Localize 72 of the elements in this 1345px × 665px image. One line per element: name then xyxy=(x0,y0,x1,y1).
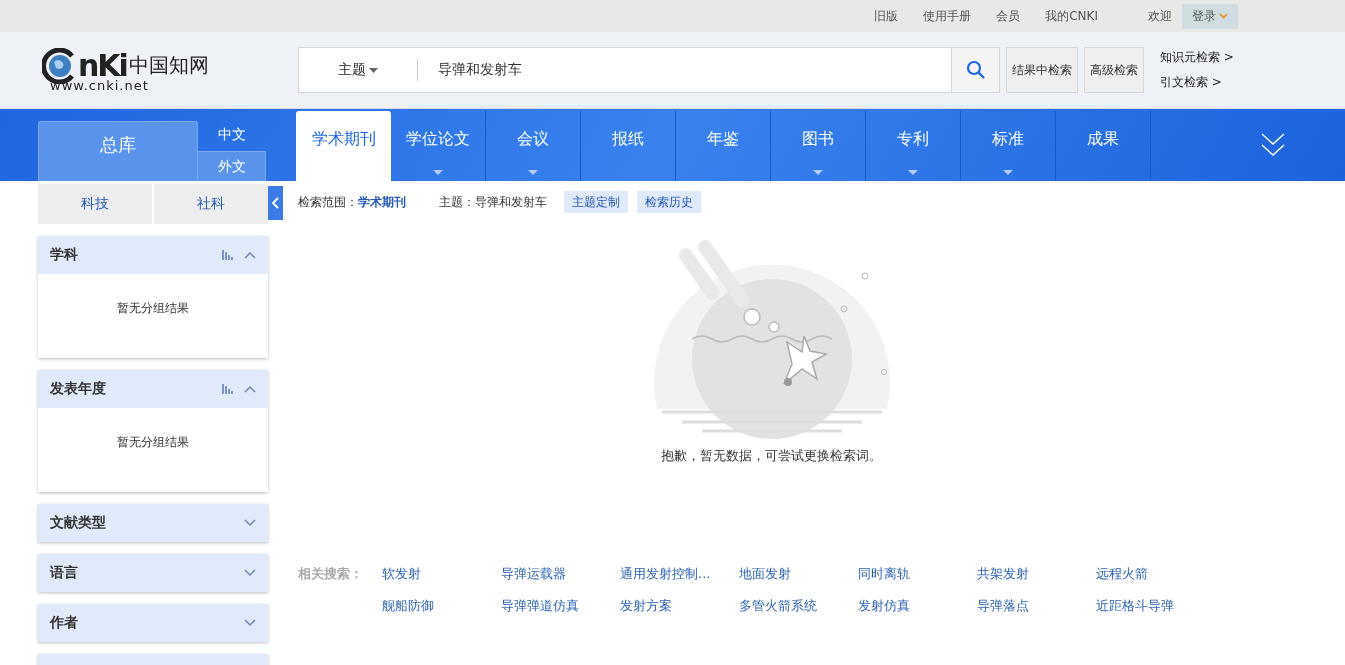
nav-tab[interactable]: 学术期刊 xyxy=(296,111,391,181)
chevron-left-icon xyxy=(272,197,279,209)
related-link[interactable]: 同时离轨 xyxy=(858,565,977,583)
nav-tab[interactable]: 学位论文 xyxy=(391,111,486,181)
empty-message: 抱歉，暂无数据，可尝试更换检索词。 xyxy=(661,447,882,465)
caret-icon xyxy=(1219,13,1228,19)
related-link[interactable]: 近距格斗导弹 xyxy=(1096,597,1215,615)
bar-chart-icon[interactable] xyxy=(222,250,234,260)
search-option-button[interactable]: 结果中检索 xyxy=(1006,47,1078,93)
scope-value: 学术期刊 xyxy=(358,193,406,211)
empty-result-text: 暂无分组结果 xyxy=(117,300,189,317)
chevron-up-icon[interactable] xyxy=(244,251,256,259)
facet-title: 语言 xyxy=(50,564,79,582)
chevron-down-icon[interactable] xyxy=(244,519,256,527)
search-link[interactable]: 引文检索 > xyxy=(1160,74,1234,91)
top-link[interactable]: 使用手册 xyxy=(923,7,972,25)
related-link[interactable]: 导弹运载器 xyxy=(501,565,620,583)
nav-tab[interactable]: 年鉴 xyxy=(676,111,771,181)
collapse-handle[interactable] xyxy=(268,186,283,220)
nav-tab[interactable]: 成果 xyxy=(1056,111,1151,181)
related-link[interactable]: 软发射 xyxy=(382,565,501,583)
related-link[interactable]: 发射方案 xyxy=(620,597,739,615)
login-button[interactable]: 登录 xyxy=(1182,3,1238,29)
facet-header[interactable]: 作者 xyxy=(38,604,268,642)
related-link[interactable]: 发射仿真 xyxy=(858,597,977,615)
chevron-up-icon[interactable] xyxy=(244,385,256,393)
topic-text: 主题：导弹和发射车 xyxy=(439,193,547,211)
related-link[interactable]: 共架发射 xyxy=(977,565,1096,583)
nav-tab[interactable]: 会议 xyxy=(486,111,581,181)
welcome-text: 欢迎 xyxy=(1148,7,1172,25)
chevron-down-icon[interactable] xyxy=(244,569,256,577)
related-link[interactable]: 多管火箭系统 xyxy=(739,597,858,615)
top-link[interactable]: 我的CNKI xyxy=(1045,7,1098,25)
double-chevron-icon[interactable] xyxy=(1261,132,1285,158)
facet-header[interactable]: 语言 xyxy=(38,554,268,592)
related-link[interactable]: 舰船防御 xyxy=(382,597,501,615)
facet-header[interactable]: 文献类型 xyxy=(38,504,268,542)
top-link[interactable]: 旧版 xyxy=(874,7,899,25)
facet-title: 作者 xyxy=(50,614,79,632)
nav-tab[interactable]: 专利 xyxy=(866,111,961,181)
related-link[interactable]: 导弹落点 xyxy=(977,597,1096,615)
category-tab[interactable]: 社科 xyxy=(154,184,268,224)
caret-icon xyxy=(369,67,378,73)
logo-name: 中国知网 xyxy=(128,52,209,79)
facet-title: 学科 xyxy=(50,246,79,264)
facet-header[interactable]: 发表年度 xyxy=(38,370,268,408)
facet-title: 文献类型 xyxy=(50,514,107,532)
search-link[interactable]: 知识元检索 > xyxy=(1160,49,1234,66)
facet-header[interactable]: 学科 xyxy=(38,236,268,274)
nav-tab[interactable]: 图书 xyxy=(771,111,866,181)
nav-tab[interactable]: 标准 xyxy=(961,111,1056,181)
crumb-button[interactable]: 主题定制 xyxy=(564,191,628,213)
top-link[interactable]: 会员 xyxy=(996,7,1021,25)
search-input[interactable]: 导弹和发射车 xyxy=(418,47,951,93)
nav-tab[interactable]: 报纸 xyxy=(581,111,676,181)
search-icon xyxy=(965,60,986,80)
crumb-button[interactable]: 检索历史 xyxy=(637,191,701,213)
related-link[interactable]: 通用发射控制... xyxy=(620,565,739,583)
chevron-down-icon[interactable] xyxy=(244,619,256,627)
empty-result-text: 暂无分组结果 xyxy=(117,434,189,451)
related-label: 相关搜索： xyxy=(298,565,364,583)
language-tab[interactable]: 中文 xyxy=(198,121,266,149)
related-link[interactable]: 导弹弹道仿真 xyxy=(501,597,620,615)
category-tab[interactable]: 科技 xyxy=(38,184,152,224)
bar-chart-icon[interactable] xyxy=(222,384,234,394)
facet-title: 发表年度 xyxy=(50,380,107,398)
search-button[interactable] xyxy=(951,47,1000,93)
field-select[interactable]: 主题 xyxy=(298,47,417,93)
scope-label: 检索范围： xyxy=(298,193,358,211)
related-link[interactable]: 远程火箭 xyxy=(1096,565,1215,583)
related-link[interactable]: 地面发射 xyxy=(739,565,858,583)
search-option-button[interactable]: 高级检索 xyxy=(1084,47,1144,93)
